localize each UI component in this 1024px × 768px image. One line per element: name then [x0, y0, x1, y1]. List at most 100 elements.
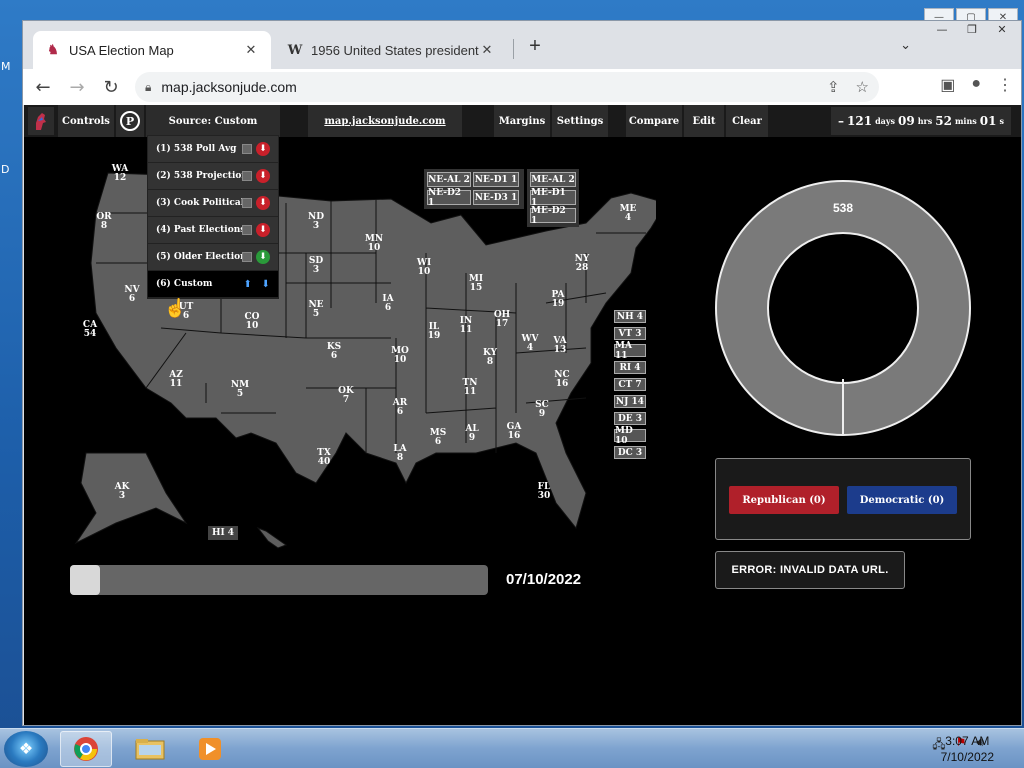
source-item-538-projection[interactable]: (2) 538 Projection ⬇: [148, 163, 278, 190]
timeline-slider-thumb[interactable]: [70, 565, 100, 595]
state-label-ia[interactable]: IA 6: [382, 295, 393, 313]
small-state-vt[interactable]: VT 3: [614, 327, 646, 340]
small-state-dc[interactable]: DC 3: [614, 446, 646, 459]
source-checkbox[interactable]: [242, 252, 252, 262]
controls-button[interactable]: Controls: [58, 105, 114, 137]
state-label-sc[interactable]: SC 9: [535, 401, 549, 419]
state-shape[interactable]: [256, 526, 288, 549]
lock-icon[interactable]: 🔒︎: [145, 80, 151, 95]
state-label-co[interactable]: CO 10: [244, 313, 259, 331]
state-label-mo[interactable]: MO 10: [391, 347, 409, 365]
source-item-past-elections[interactable]: (4) Past Elections ⬇: [148, 217, 278, 244]
small-state-nh[interactable]: NH 4: [614, 310, 646, 323]
state-label-la[interactable]: LA 8: [393, 445, 406, 463]
url-text[interactable]: map.jacksonjude.com: [161, 79, 296, 95]
taskbar-clock[interactable]: 3:07 AM 7/10/2022: [941, 733, 994, 765]
state-label-ne[interactable]: NE 5: [308, 301, 323, 319]
small-state-ma[interactable]: MA 11: [614, 341, 646, 361]
state-label-sd[interactable]: SD 3: [309, 257, 323, 275]
close-tab-icon[interactable]: ✕: [479, 42, 495, 58]
share-icon[interactable]: ⇪: [827, 78, 840, 96]
state-label-ms[interactable]: MS 6: [430, 429, 446, 447]
upload-icon[interactable]: ⬆: [244, 279, 252, 290]
source-item-cook-political[interactable]: (3) Cook Political ⬇: [148, 190, 278, 217]
tab-search-icon[interactable]: ⌄: [900, 37, 911, 53]
state-label-or[interactable]: OR 8: [96, 213, 111, 231]
state-label-ny[interactable]: NY 28: [575, 255, 590, 273]
state-label-nm[interactable]: NM 5: [231, 381, 249, 399]
district-me-d1[interactable]: ME-D1 1: [530, 188, 576, 208]
district-ne-al[interactable]: NE-AL 2: [427, 172, 471, 187]
small-state-ct[interactable]: CT 7: [614, 378, 646, 391]
source-dropdown-button[interactable]: Source: Custom: [146, 105, 280, 137]
source-item-older-elections[interactable]: (5) Older Elections ⬇: [148, 244, 278, 271]
bookmark-star-icon[interactable]: ☆: [856, 78, 869, 96]
source-checkbox[interactable]: [242, 171, 252, 181]
presidential-mode-button[interactable]: P: [116, 105, 144, 137]
state-label-ok[interactable]: OK 7: [338, 387, 354, 405]
state-label-mi[interactable]: MI 15: [469, 275, 483, 293]
state-label-tn[interactable]: TN 11: [463, 379, 478, 397]
source-checkbox[interactable]: [242, 144, 252, 154]
district-ne-d2[interactable]: NE-D2 1: [427, 188, 471, 208]
clear-button[interactable]: Clear: [726, 105, 768, 137]
reload-icon[interactable]: ↻: [97, 73, 125, 101]
back-icon[interactable]: ←: [29, 73, 57, 101]
small-state-ri[interactable]: RI 4: [614, 361, 646, 374]
state-label-in[interactable]: IN 11: [460, 317, 473, 335]
chrome-taskbar-icon[interactable]: [60, 731, 112, 767]
state-label-ca[interactable]: CA 54: [83, 321, 97, 339]
state-label-ga[interactable]: GA 16: [507, 423, 522, 441]
state-label-ar[interactable]: AR 6: [393, 399, 407, 417]
state-label-tx[interactable]: TX 40: [317, 449, 331, 467]
menu-kebab-icon[interactable]: ⋮: [997, 75, 1013, 95]
close-icon[interactable]: ✕: [987, 23, 1017, 39]
forward-icon[interactable]: →: [63, 73, 91, 101]
state-label-hi[interactable]: HI 4: [208, 526, 238, 540]
download-icon[interactable]: ⬇: [256, 196, 270, 210]
state-shape[interactable]: [74, 452, 188, 545]
democratic-button[interactable]: Democratic (0): [847, 486, 957, 514]
new-tab-button[interactable]: +: [523, 35, 547, 59]
address-bar[interactable]: 🔒︎ map.jacksonjude.com ⇪ ☆: [135, 72, 879, 102]
small-state-de[interactable]: DE 3: [614, 412, 646, 425]
state-label-ks[interactable]: KS 6: [327, 343, 341, 361]
state-label-me[interactable]: ME 4: [620, 205, 637, 223]
source-item-538-poll-avg[interactable]: (1) 538 Poll Avg ⬇: [148, 136, 278, 163]
state-label-mn[interactable]: MN 10: [365, 235, 383, 253]
state-label-nc[interactable]: NC 16: [554, 371, 569, 389]
settings-button[interactable]: Settings: [552, 105, 608, 137]
windows-start-icon[interactable]: ❖: [4, 731, 48, 767]
small-state-md[interactable]: MD 10: [614, 426, 646, 446]
source-item-custom[interactable]: (6) Custom ⬆ ⬇: [148, 271, 278, 298]
state-label-fl[interactable]: FL 30: [538, 483, 551, 501]
small-state-nj[interactable]: NJ 14: [614, 395, 646, 408]
state-label-ak[interactable]: AK 3: [115, 483, 130, 501]
state-label-al[interactable]: AL 9: [465, 425, 478, 443]
media-player-taskbar-icon[interactable]: [184, 731, 236, 767]
download-icon[interactable]: ⬇: [256, 142, 270, 156]
state-label-ky[interactable]: KY 8: [483, 349, 497, 367]
state-label-pa[interactable]: PA 19: [551, 291, 564, 309]
state-label-il[interactable]: IL 19: [428, 323, 441, 341]
source-checkbox[interactable]: [242, 198, 252, 208]
profile-icon[interactable]: ●: [971, 75, 981, 95]
compare-button[interactable]: Compare: [626, 105, 682, 137]
download-icon[interactable]: ⬇: [256, 250, 270, 264]
republican-button[interactable]: Republican (0): [729, 486, 839, 514]
state-label-nd[interactable]: ND 3: [308, 213, 324, 231]
app-logo-icon[interactable]: [28, 107, 54, 135]
side-panel-icon[interactable]: ▣: [940, 75, 955, 95]
district-ne-d3[interactable]: NE-D3 1: [473, 190, 519, 205]
tab-wikipedia[interactable]: W 1956 United States presidential e ✕: [275, 31, 507, 69]
restore-icon[interactable]: ❐: [957, 23, 987, 39]
district-ne-d1[interactable]: NE-D1 1: [473, 172, 519, 187]
minimize-icon[interactable]: —: [927, 23, 957, 39]
state-label-nv[interactable]: NV 6: [124, 286, 139, 304]
edit-button[interactable]: Edit: [684, 105, 724, 137]
source-checkbox[interactable]: [242, 225, 252, 235]
state-label-wv[interactable]: WV 4: [521, 335, 538, 353]
download-icon[interactable]: ⬇: [256, 223, 270, 237]
state-label-wi[interactable]: WI 10: [417, 259, 431, 277]
state-label-az[interactable]: AZ 11: [169, 371, 183, 389]
